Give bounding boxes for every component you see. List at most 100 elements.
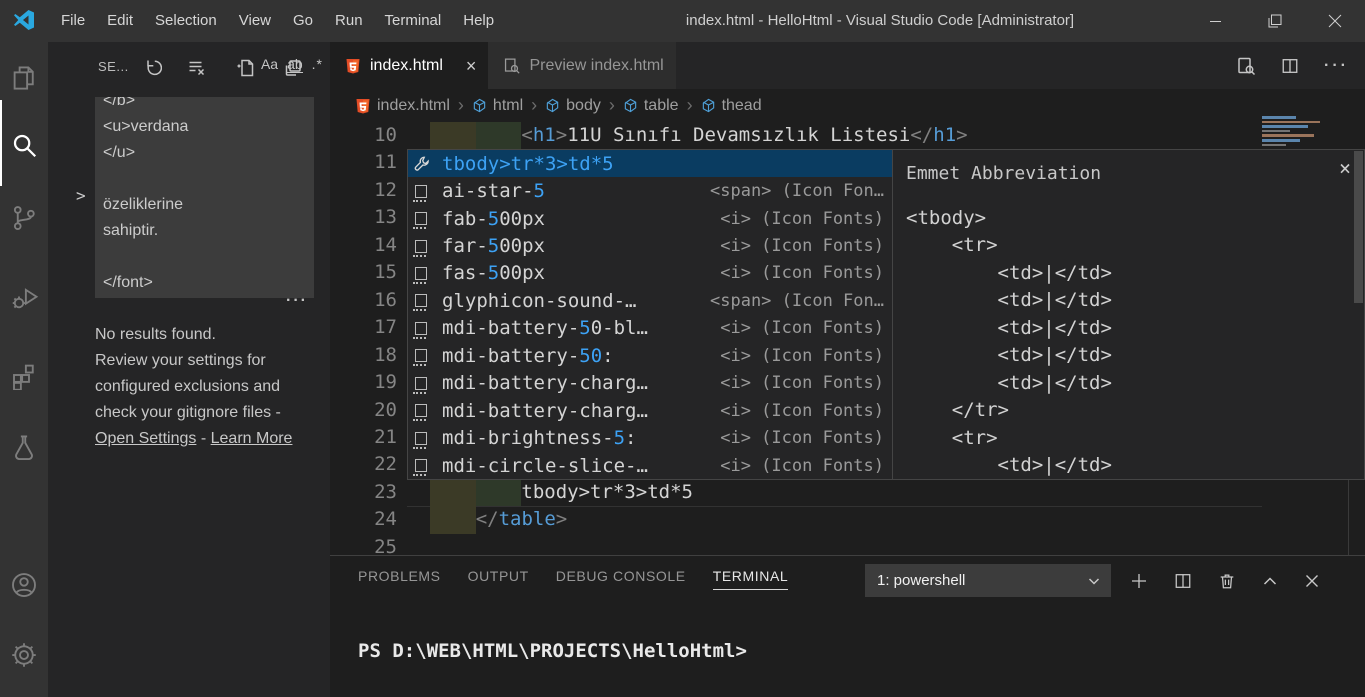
suggestion-item[interactable]: far-500px<i> (Icon Fonts) bbox=[408, 232, 892, 259]
new-search-editor-icon[interactable] bbox=[236, 58, 258, 80]
emmet-preview-line: <td>|</td> bbox=[906, 452, 1112, 479]
extensions-icon[interactable] bbox=[9, 360, 39, 390]
suggestion-label: mdi-brightness-5: bbox=[442, 427, 637, 449]
suggestion-item[interactable]: fab-500px<i> (Icon Fonts) bbox=[408, 205, 892, 232]
menu-selection[interactable]: Selection bbox=[144, 0, 228, 42]
indent-guide-block bbox=[476, 479, 522, 506]
close-icon[interactable]: × bbox=[1339, 156, 1351, 180]
refresh-icon[interactable] bbox=[142, 58, 164, 80]
clear-results-icon[interactable] bbox=[187, 58, 209, 80]
terminal-select[interactable]: 1: powershell bbox=[865, 564, 1111, 597]
suggestion-item[interactable]: fas-500px<i> (Icon Fonts) bbox=[408, 260, 892, 287]
suggestion-label: ai-star-5 bbox=[442, 180, 545, 202]
suggestion-item[interactable]: mdi-battery-charg…<i> (Icon Fonts) bbox=[408, 370, 892, 397]
suggestion-item[interactable]: mdi-brightness-5:<i> (Icon Fonts) bbox=[408, 424, 892, 451]
panel-tab-debug-console[interactable]: DEBUG CONSOLE bbox=[556, 568, 686, 590]
match-case-icon[interactable]: Aa bbox=[261, 56, 278, 73]
new-terminal-icon[interactable] bbox=[1130, 572, 1148, 590]
menu-go[interactable]: Go bbox=[282, 0, 324, 42]
indent-guide-block bbox=[430, 479, 476, 506]
suggestion-item[interactable]: mdi-battery-50: <i> (Icon Fonts) bbox=[408, 342, 892, 369]
suggestion-label: mdi-circle-slice-… bbox=[442, 455, 648, 477]
suggestion-label: mdi-battery-50: bbox=[442, 345, 614, 367]
suggestion-label: mdi-battery-charg… bbox=[442, 400, 648, 422]
suggestion-item[interactable]: mdi-battery-50-bl…<i> (Icon Fonts) bbox=[408, 315, 892, 342]
search-query-line: sahiptir. bbox=[103, 218, 314, 244]
tab-preview-index-html[interactable]: Preview index.html bbox=[488, 42, 676, 89]
minimize-button[interactable] bbox=[1185, 0, 1245, 42]
maximize-panel-icon[interactable] bbox=[1262, 573, 1278, 589]
menu-terminal[interactable]: Terminal bbox=[374, 0, 453, 42]
suggestion-list: tbody>tr*3>td*5ai-star-5<span> (Icon Fon… bbox=[408, 150, 892, 479]
kill-terminal-icon[interactable] bbox=[1218, 572, 1236, 590]
search-input[interactable]: </b><u>verdana</u> özeliklerinesahiptir.… bbox=[95, 97, 314, 298]
link-separator: - bbox=[196, 430, 210, 447]
terminal-select-value: 1: powershell bbox=[877, 572, 965, 589]
details-scrollbar[interactable] bbox=[1354, 151, 1363, 303]
toggle-replace-chevron-icon[interactable]: > bbox=[76, 186, 86, 205]
menu-run[interactable]: Run bbox=[324, 0, 374, 42]
emmet-preview-line: <tbody> bbox=[906, 205, 1112, 232]
panel-tab-problems[interactable]: PROBLEMS bbox=[358, 568, 441, 590]
suggestion-item[interactable]: tbody>tr*3>td*5 bbox=[408, 150, 892, 177]
abbreviation-icon bbox=[413, 209, 437, 229]
breadcrumb-item-thead[interactable]: thead bbox=[701, 97, 762, 115]
abbreviation-icon bbox=[413, 373, 437, 393]
whole-word-icon[interactable]: ab bbox=[287, 56, 303, 73]
breadcrumb-label: html bbox=[493, 97, 523, 115]
emmet-preview-line: </tr> bbox=[906, 397, 1112, 424]
minimap-line bbox=[1262, 125, 1308, 128]
suggestion-item[interactable]: mdi-circle-slice-…<i> (Icon Fonts) bbox=[408, 452, 892, 479]
learn-more-link[interactable]: Learn More bbox=[211, 430, 293, 447]
suggestion-item[interactable]: ai-star-5<span> (Icon Fon… bbox=[408, 177, 892, 204]
panel-tab-terminal[interactable]: TERMINAL bbox=[713, 568, 789, 590]
menu-help[interactable]: Help bbox=[452, 0, 505, 42]
open-preview-side-icon[interactable] bbox=[1236, 56, 1256, 76]
suggestion-detail: <i> (Icon Fonts) bbox=[720, 346, 884, 366]
chevron-right-icon: › bbox=[531, 95, 537, 116]
accounts-icon[interactable] bbox=[9, 570, 39, 600]
panel-tab-output[interactable]: OUTPUT bbox=[468, 568, 529, 590]
more-actions-icon[interactable]: ··· bbox=[1324, 57, 1349, 75]
settings-gear-icon[interactable] bbox=[9, 640, 39, 670]
search-query-line: </u> bbox=[103, 140, 314, 166]
menu-view[interactable]: View bbox=[228, 0, 282, 42]
breadcrumb-item-table[interactable]: table bbox=[623, 97, 679, 115]
suggestion-item[interactable]: mdi-battery-charg…<i> (Icon Fonts) bbox=[408, 397, 892, 424]
breadcrumb-item-body[interactable]: body bbox=[545, 97, 601, 115]
window-title: index.html - HelloHtml - Visual Studio C… bbox=[560, 0, 1200, 42]
split-editor-icon[interactable] bbox=[1281, 57, 1299, 75]
suggestion-label: glyphicon-sound-… bbox=[442, 290, 636, 312]
suggestion-detail: <span> (Icon Fon… bbox=[710, 291, 884, 311]
menu-edit[interactable]: Edit bbox=[96, 0, 144, 42]
search-query-line bbox=[103, 244, 314, 270]
restore-button[interactable] bbox=[1245, 0, 1305, 42]
close-panel-icon[interactable] bbox=[1304, 573, 1320, 589]
testing-icon[interactable] bbox=[9, 432, 39, 462]
tab-index-html[interactable]: index.html× bbox=[330, 42, 488, 89]
explorer-icon[interactable] bbox=[9, 63, 39, 93]
open-settings-link[interactable]: Open Settings bbox=[95, 430, 196, 447]
minimap[interactable] bbox=[1262, 116, 1342, 152]
preview-icon bbox=[503, 57, 520, 74]
emmet-preview-line: <tr> bbox=[906, 232, 1112, 259]
panel-tabs: PROBLEMS OUTPUT DEBUG CONSOLE TERMINAL bbox=[358, 568, 788, 590]
emmet-preview-line: <td>|</td> bbox=[906, 370, 1112, 397]
abbreviation-icon bbox=[413, 401, 437, 421]
breadcrumb-item-index-html[interactable]: index.html bbox=[355, 97, 450, 115]
run-and-debug-icon[interactable] bbox=[9, 283, 39, 313]
close-tab-icon[interactable]: × bbox=[466, 57, 477, 75]
search-icon[interactable] bbox=[9, 130, 39, 160]
split-terminal-icon[interactable] bbox=[1174, 572, 1192, 590]
breadcrumb-label: table bbox=[644, 97, 679, 115]
regex-icon[interactable]: .* bbox=[312, 56, 323, 73]
bottom-panel: PROBLEMS OUTPUT DEBUG CONSOLE TERMINAL 1: p… bbox=[330, 555, 1365, 697]
toggle-search-details-icon[interactable]: ··· bbox=[286, 292, 308, 310]
menu-file[interactable]: File bbox=[50, 0, 96, 42]
abbreviation-icon bbox=[413, 346, 437, 366]
breadcrumb-item-html[interactable]: html bbox=[472, 97, 523, 115]
close-window-button[interactable] bbox=[1305, 0, 1365, 42]
active-view-indicator bbox=[0, 100, 2, 186]
suggestion-item[interactable]: glyphicon-sound-… <span> (Icon Fon… bbox=[408, 287, 892, 314]
source-control-icon[interactable] bbox=[9, 203, 39, 233]
